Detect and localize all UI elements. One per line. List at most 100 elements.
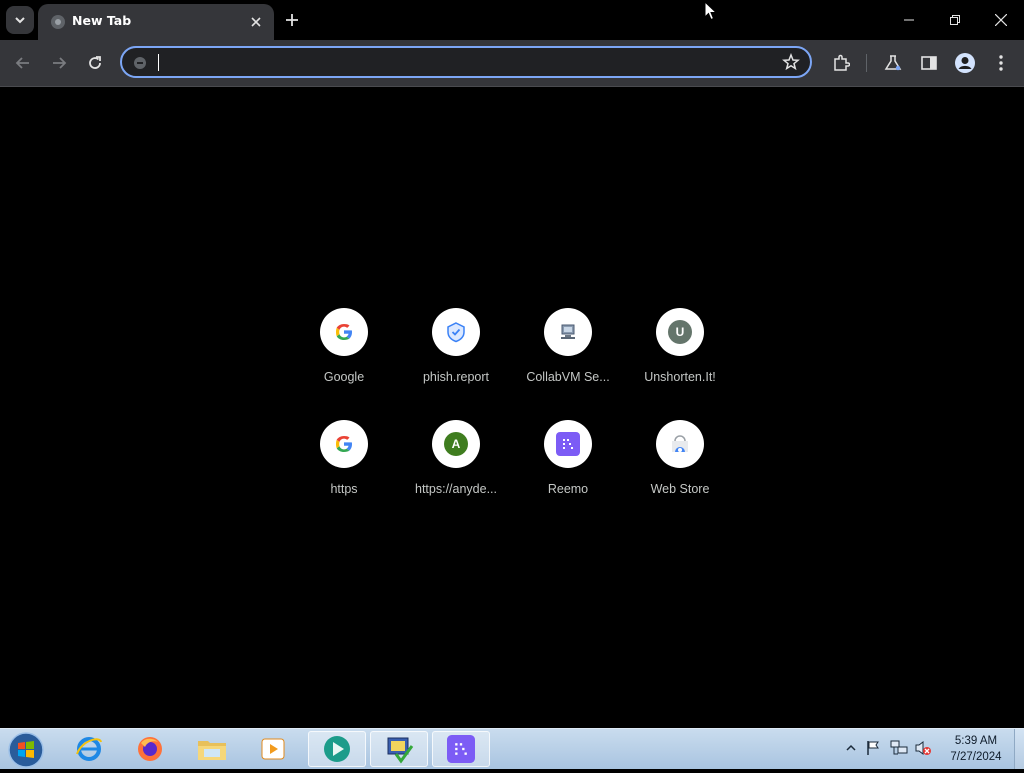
collabvm-client-icon bbox=[324, 736, 350, 762]
new-tab-page: Google phish.report CollabVM Se... U Uns… bbox=[0, 87, 1024, 728]
tab-new-tab[interactable]: New Tab bbox=[38, 4, 274, 40]
shortcut-icon-circle: U bbox=[656, 308, 704, 356]
shortcut-icon-circle bbox=[544, 308, 592, 356]
reemo-icon bbox=[556, 432, 580, 456]
address-input[interactable] bbox=[156, 52, 760, 74]
profile-button[interactable] bbox=[950, 48, 980, 78]
shortcut-label: Google bbox=[323, 370, 365, 384]
taskbar-reemo-app[interactable] bbox=[432, 731, 490, 767]
taskbar-collabvm-client[interactable] bbox=[308, 731, 366, 767]
shortcut-https[interactable]: https bbox=[288, 420, 400, 520]
tray-action-center[interactable] bbox=[864, 739, 882, 757]
windows-taskbar: 5:39 AM 7/27/2024 bbox=[0, 728, 1024, 769]
shortcut-icon-circle bbox=[432, 308, 480, 356]
reload-icon bbox=[89, 56, 101, 69]
shortcut-google[interactable]: Google bbox=[288, 308, 400, 408]
minimize-icon bbox=[904, 19, 914, 21]
shortcut-icon-circle bbox=[544, 420, 592, 468]
volume-muted-icon bbox=[915, 741, 931, 755]
shortcut-reemo[interactable]: Reemo bbox=[512, 420, 624, 520]
show-hidden-icons-arrow bbox=[846, 744, 856, 751]
web-store-icon bbox=[672, 435, 688, 452]
network-icon bbox=[890, 740, 908, 755]
shortcut-label: Web Store bbox=[650, 482, 710, 496]
clock-date: 7/27/2024 bbox=[950, 751, 1002, 763]
tab-search-button[interactable] bbox=[6, 6, 34, 34]
chrome-globe-icon bbox=[51, 15, 65, 29]
chevron-down-icon bbox=[15, 17, 25, 24]
minimize-button[interactable] bbox=[886, 0, 932, 40]
shortcut-icon-circle bbox=[320, 420, 368, 468]
task-app-icon bbox=[387, 737, 414, 764]
shortcut-icon-circle bbox=[656, 420, 704, 468]
close-icon bbox=[251, 17, 261, 27]
shortcut-label: phish.report bbox=[422, 370, 489, 384]
internet-explorer-icon bbox=[76, 737, 102, 761]
labs-flask-icon bbox=[884, 55, 902, 71]
reload-button[interactable] bbox=[80, 48, 110, 78]
google-g-icon bbox=[336, 436, 352, 452]
text-caret bbox=[158, 54, 159, 71]
browser-toolbar bbox=[0, 40, 1024, 87]
reemo-app-icon bbox=[447, 735, 475, 763]
taskbar-firefox[interactable] bbox=[121, 731, 179, 767]
plus-icon bbox=[286, 14, 298, 26]
show-desktop-button[interactable] bbox=[1014, 729, 1024, 769]
shortcut-icon-circle: A bbox=[432, 420, 480, 468]
clock-time: 5:39 AM bbox=[954, 735, 998, 747]
tray-network[interactable] bbox=[890, 739, 908, 757]
extensions-icon bbox=[834, 54, 850, 71]
menu-dots-icon bbox=[999, 55, 1003, 71]
toolbar-separator bbox=[866, 54, 867, 72]
start-button[interactable] bbox=[6, 731, 46, 769]
profile-icon bbox=[955, 53, 975, 73]
shortcut-label: https://anyde... bbox=[415, 482, 497, 496]
action-center-flag-icon bbox=[867, 741, 879, 755]
tab-close-button[interactable] bbox=[246, 12, 266, 32]
side-panel-icon bbox=[921, 56, 937, 70]
taskbar-file-explorer[interactable] bbox=[183, 731, 241, 767]
shortcut-phish-report[interactable]: phish.report bbox=[400, 308, 512, 408]
address-bar[interactable] bbox=[120, 46, 812, 78]
taskbar-media-player[interactable] bbox=[244, 731, 302, 767]
shortcut-collabvm[interactable]: CollabVM Se... bbox=[512, 308, 624, 408]
show-hidden-icons-button[interactable] bbox=[842, 739, 860, 757]
taskbar-task-app[interactable] bbox=[370, 731, 428, 767]
windows-start-icon bbox=[8, 732, 44, 768]
tab-title: New Tab bbox=[72, 13, 132, 28]
arrow-left-icon bbox=[15, 57, 29, 69]
back-button[interactable] bbox=[8, 48, 38, 78]
mouse-cursor-icon bbox=[704, 1, 718, 21]
forward-button[interactable] bbox=[44, 48, 74, 78]
bookmark-star-icon[interactable] bbox=[782, 53, 800, 71]
shortcut-web-store[interactable]: Web Store bbox=[624, 420, 736, 520]
shortcut-label: https bbox=[330, 482, 358, 496]
taskbar-clock[interactable]: 5:39 AM 7/27/2024 bbox=[940, 733, 1012, 765]
site-info-icon bbox=[134, 57, 146, 69]
new-tab-button[interactable] bbox=[280, 8, 304, 32]
letter-u-icon: U bbox=[668, 320, 692, 344]
file-explorer-icon bbox=[198, 741, 226, 760]
shortcut-label: Unshorten.It! bbox=[644, 370, 716, 384]
restore-button[interactable] bbox=[932, 0, 978, 40]
shortcut-label: CollabVM Se... bbox=[526, 370, 610, 384]
arrow-right-icon bbox=[53, 57, 67, 69]
shortcut-icon-circle bbox=[320, 308, 368, 356]
taskbar-internet-explorer[interactable] bbox=[60, 731, 118, 767]
tab-strip: New Tab bbox=[0, 0, 1024, 40]
extensions-button[interactable] bbox=[826, 48, 856, 78]
phish-report-icon bbox=[447, 322, 465, 343]
menu-button[interactable] bbox=[986, 48, 1016, 78]
labs-button[interactable] bbox=[878, 48, 908, 78]
side-panel-button[interactable] bbox=[914, 48, 944, 78]
firefox-icon bbox=[138, 737, 162, 761]
media-player-icon bbox=[261, 738, 285, 760]
close-window-button[interactable] bbox=[978, 0, 1024, 40]
close-icon bbox=[995, 14, 1007, 26]
tray-volume[interactable] bbox=[914, 739, 932, 757]
shortcut-unshorten[interactable]: U Unshorten.It! bbox=[624, 308, 736, 408]
letter-a-icon: A bbox=[444, 432, 468, 456]
google-g-icon bbox=[336, 324, 352, 340]
collabvm-icon bbox=[561, 324, 575, 339]
shortcut-anydesk[interactable]: A https://anyde... bbox=[400, 420, 512, 520]
